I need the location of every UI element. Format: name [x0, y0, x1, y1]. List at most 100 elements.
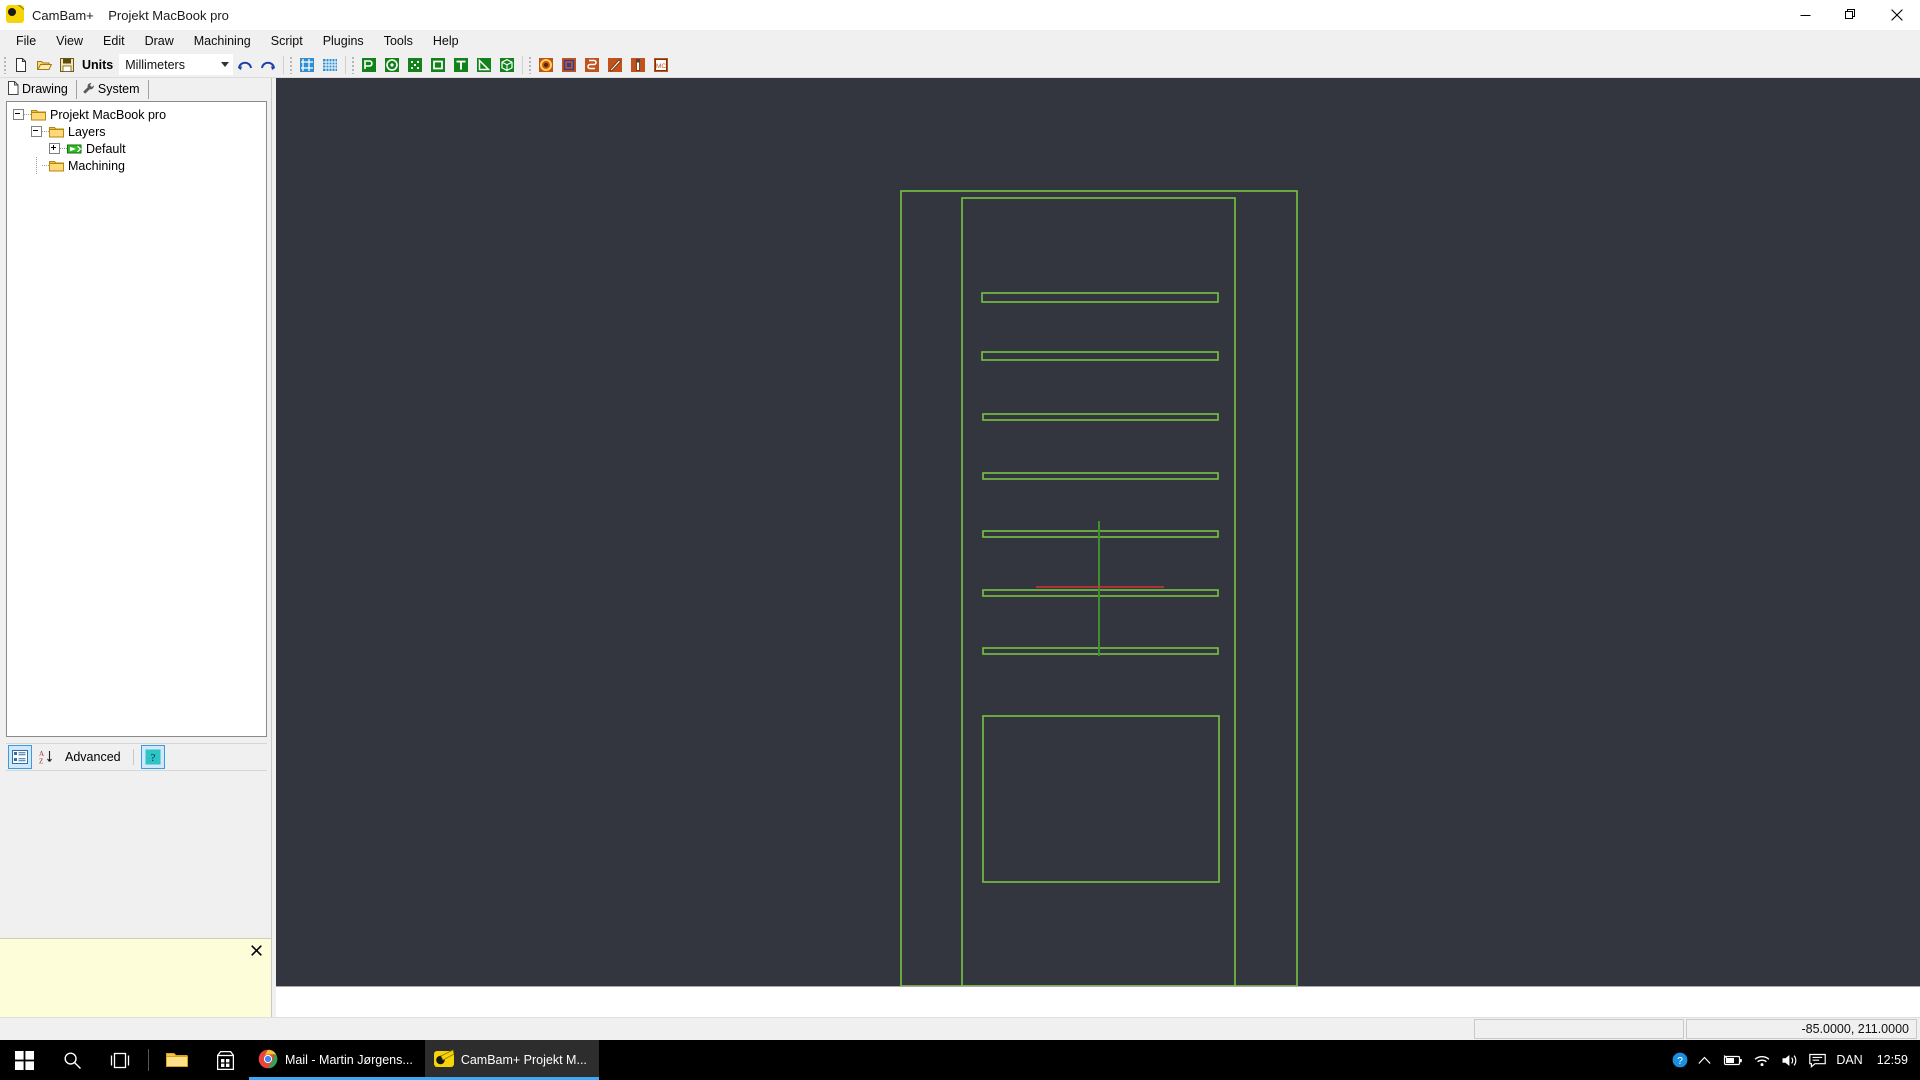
system-tray: ? DAN 12:59 [1672, 1040, 1920, 1080]
tree-node-layers-label: Layers [68, 124, 106, 139]
input-language-indicator[interactable]: DAN [1836, 1053, 1862, 1067]
help-tray-icon[interactable]: ? [1672, 1052, 1688, 1068]
file-explorer-icon[interactable] [153, 1040, 201, 1080]
profile-mop-icon[interactable] [535, 54, 556, 75]
tab-drawing[interactable]: Drawing [2, 80, 77, 99]
units-combobox[interactable]: Millimeters [119, 54, 234, 75]
notifications-icon[interactable] [1809, 1053, 1827, 1068]
points-icon[interactable] [404, 54, 425, 75]
microsoft-store-icon[interactable] [201, 1040, 249, 1080]
text-icon[interactable] [450, 54, 471, 75]
windows-taskbar: Mail - Martin Jørgens... CamBam+ Projekt… [0, 1040, 1920, 1080]
show-grid-icon[interactable] [319, 54, 340, 75]
solid-icon[interactable] [496, 54, 517, 75]
property-grid-toolbar: AZ Advanced ? [6, 743, 267, 771]
close-icon[interactable] [249, 943, 263, 957]
polyline-icon[interactable] [358, 54, 379, 75]
tab-system-label: System [97, 82, 140, 96]
help-icon[interactable]: ? [140, 745, 165, 769]
post-process-icon[interactable]: MC [650, 54, 671, 75]
slot-rect [982, 647, 1219, 655]
cambam-logo-icon [6, 5, 26, 25]
menu-item-tools[interactable]: Tools [374, 31, 423, 52]
slot-rect [981, 292, 1219, 303]
chevron-up-icon[interactable] [1698, 1056, 1711, 1065]
main-toolbar: Units Millimeters MC [0, 52, 1920, 78]
drawing-tree-panel[interactable]: Projekt MacBook pro Layers Default Machi… [6, 101, 267, 737]
chevron-down-icon[interactable] [218, 56, 232, 73]
svg-text:Z: Z [39, 758, 43, 766]
drill-mop-icon[interactable] [604, 54, 625, 75]
save-file-icon[interactable] [56, 54, 77, 75]
toolbar-separator [283, 55, 285, 74]
menu-bar: File View Edit Draw Machining Script Plu… [0, 30, 1920, 52]
toolbar-separator [522, 55, 524, 74]
minimize-button[interactable] [1782, 0, 1828, 30]
menu-item-draw[interactable]: Draw [135, 31, 184, 52]
folder-icon [31, 108, 46, 121]
snap-to-grid-icon[interactable] [296, 54, 317, 75]
cad-canvas[interactable] [276, 78, 1920, 986]
surface-icon[interactable] [473, 54, 494, 75]
cambam-application-window: CamBam+ Projekt MacBook pro File View Ed… [0, 0, 1920, 1080]
rectangle-icon[interactable] [427, 54, 448, 75]
cambam-app-label: CamBam+ Projekt M... [460, 1053, 587, 1067]
menu-item-edit[interactable]: Edit [93, 31, 135, 52]
units-label: Units [82, 57, 114, 72]
toolbar-grip[interactable] [2, 55, 9, 75]
cad-drawing [900, 190, 1298, 986]
folder-icon [49, 159, 64, 172]
property-grid[interactable] [6, 771, 267, 938]
toolbar-separator [345, 55, 347, 74]
maximize-button[interactable] [1828, 0, 1874, 30]
sort-alphabetical-icon[interactable]: AZ [35, 746, 57, 768]
tree-node-default-label: Default [86, 141, 126, 156]
open-file-icon[interactable] [33, 54, 54, 75]
taskbar-clock[interactable]: 12:59 [1873, 1040, 1908, 1080]
chrome-app-button[interactable]: Mail - Martin Jørgens... [249, 1040, 425, 1080]
undo-icon[interactable] [234, 54, 255, 75]
search-icon[interactable] [48, 1040, 96, 1080]
tab-drawing-label: Drawing [22, 82, 68, 96]
battery-icon[interactable] [1721, 1054, 1743, 1067]
toolbar-grip[interactable] [527, 55, 534, 75]
3d-profile-mop-icon[interactable] [627, 54, 648, 75]
task-view-icon[interactable] [96, 1040, 144, 1080]
menu-item-view[interactable]: View [46, 31, 93, 52]
toolbar-grip[interactable] [350, 55, 357, 75]
advanced-label[interactable]: Advanced [61, 750, 125, 764]
tree-node-machining[interactable]: Machining [13, 157, 266, 174]
windows-start-icon[interactable] [0, 1040, 48, 1080]
menu-item-machining[interactable]: Machining [184, 31, 261, 52]
status-bar: -85.0000, 211.0000 [0, 1017, 1920, 1040]
notification-text [0, 939, 271, 961]
slot-rect [982, 472, 1219, 480]
categorized-view-icon[interactable] [8, 745, 32, 769]
toolbar-grip[interactable] [288, 55, 295, 75]
tree-node-project[interactable]: Projekt MacBook pro [13, 106, 266, 123]
pocket-mop-icon[interactable] [558, 54, 579, 75]
chrome-icon [258, 1049, 278, 1072]
menu-item-help[interactable]: Help [423, 31, 469, 52]
close-button[interactable] [1874, 0, 1920, 30]
cambam-app-button[interactable]: CamBam+ Projekt M... [424, 1040, 599, 1080]
new-file-icon[interactable] [10, 54, 31, 75]
menu-item-script[interactable]: Script [261, 31, 313, 52]
status-coordinates: -85.0000, 211.0000 [1686, 1019, 1917, 1039]
engrave-mop-icon[interactable] [581, 54, 602, 75]
taskbar-divider [148, 1049, 149, 1071]
volume-icon[interactable] [1781, 1053, 1799, 1068]
svg-text:?: ? [1677, 1055, 1683, 1067]
tree-node-layers[interactable]: Layers [13, 123, 266, 140]
tab-system[interactable]: System [77, 80, 149, 99]
menu-item-file[interactable]: File [6, 31, 46, 52]
tree-node-default-layer[interactable]: Default [13, 140, 266, 157]
wrench-icon [82, 82, 95, 98]
redo-icon[interactable] [257, 54, 278, 75]
units-value: Millimeters [125, 57, 185, 72]
slot-rect [982, 413, 1219, 421]
bottom-rect [982, 715, 1220, 883]
wifi-icon[interactable] [1753, 1053, 1771, 1067]
menu-item-plugins[interactable]: Plugins [313, 31, 374, 52]
circle-icon[interactable] [381, 54, 402, 75]
